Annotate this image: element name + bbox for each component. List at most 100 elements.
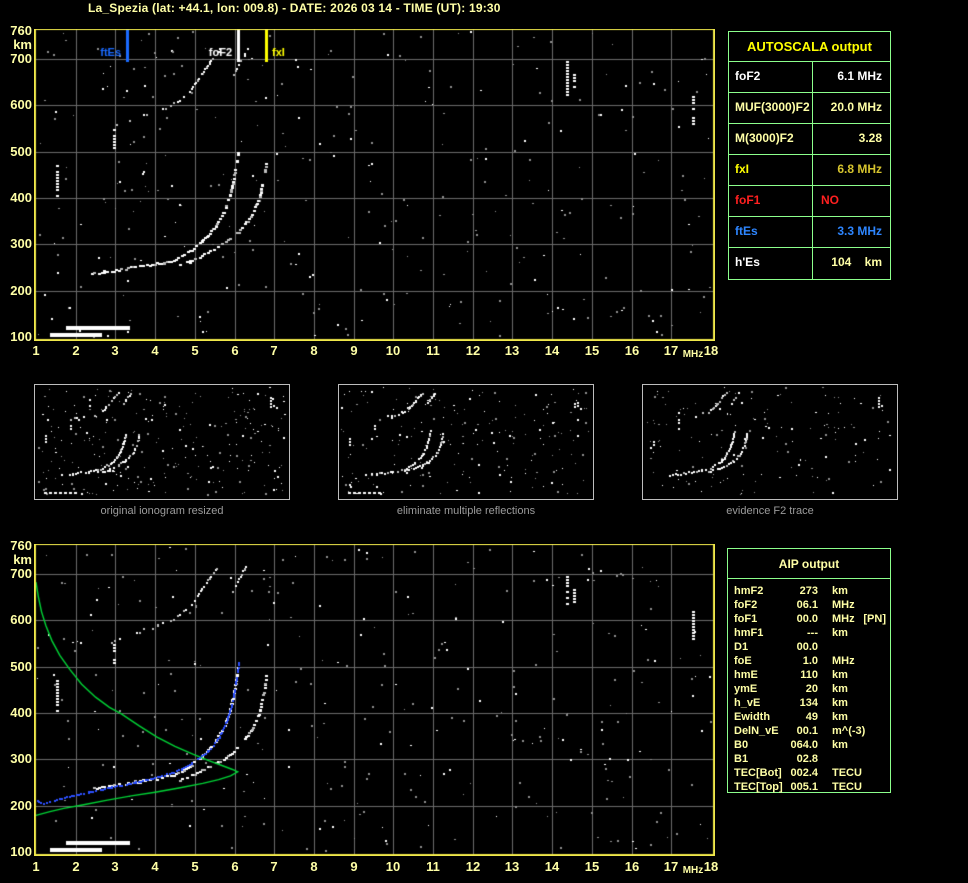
table-row-MUF3000F2: MUF(3000)F2 20.0 MHz (729, 93, 890, 124)
thumbnail-eliminate-reflections (338, 384, 594, 500)
MUF3000F2-label: MUF(3000)F2 (729, 93, 813, 123)
x-axis-tick-label: 6 (231, 343, 239, 358)
thumbnail-caption-original: original ionogram resized (100, 505, 224, 517)
aip-unit: km (832, 739, 848, 751)
foF1-label: foF1 (729, 186, 813, 216)
aip-extra (886, 780, 890, 794)
y-axis-tick-label: 600 (10, 612, 32, 627)
aip-value: 110 (800, 669, 818, 681)
aip-extra (886, 738, 890, 752)
aip-table-header: AIP output (728, 549, 890, 579)
aip-extra (886, 598, 890, 612)
aip-extra (886, 682, 890, 696)
x-axis-tick-label: 16 (624, 343, 640, 358)
x-axis-tick-label: 2 (72, 859, 80, 874)
x-axis-tick-label: 8 (310, 343, 318, 358)
table-row-M3000F2: M(3000)F2 3.28 (729, 124, 890, 155)
aip-unit: km (832, 697, 848, 709)
aip-value: 06.1 (796, 599, 818, 611)
aip-value: 002.4 (790, 767, 818, 779)
aip-value: 00.0 (796, 613, 818, 625)
x-axis-unit-label: MHz (682, 865, 704, 876)
aip-unit: km (832, 585, 848, 597)
x-axis-tick-label: 13 (504, 343, 520, 358)
x-axis-tick-label: 3 (111, 859, 119, 874)
x-axis-unit-label: MHz (682, 349, 704, 360)
aip-value: 00.1 (796, 725, 818, 737)
x-axis-tick-label: 8 (310, 859, 318, 874)
aip-row-B1: B1 02.8 (728, 752, 890, 766)
aip-label: D1 (734, 641, 749, 653)
x-axis-tick-label: 16 (624, 859, 640, 874)
aip-value: --- (807, 627, 818, 639)
x-axis-tick-label: 2 (72, 343, 80, 358)
aip-label: hmF1 (734, 627, 764, 639)
aip-label: hmF2 (734, 585, 764, 597)
aip-value: 064.0 (790, 739, 818, 751)
aip-row-TECBot: TEC[Bot] 002.4 TECU (728, 766, 890, 780)
x-axis-tick-label: 10 (385, 859, 401, 874)
aip-row-foF2: foF2 06.1 MHz (728, 598, 890, 612)
aip-row-Ewidth: Ewidth 49 km (728, 710, 890, 724)
x-axis-tick-label: 5 (191, 859, 199, 874)
aip-unit: TECU (832, 781, 862, 793)
MUF3000F2-value: 20.0 MHz (830, 100, 882, 114)
aip-extra (886, 696, 890, 710)
x-axis-tick-label: 13 (504, 859, 520, 874)
aip-value: 1.0 (802, 655, 818, 667)
y-axis-tick-label: 100 (10, 844, 32, 859)
table-row-hEs: h'Es 104 km (729, 248, 890, 279)
aip-row-hmE: hmE 110 km (728, 668, 890, 682)
aip-extra (886, 752, 890, 766)
aip-label: DelN_vE (734, 725, 779, 737)
thumbnail-caption-eliminate: eliminate multiple reflections (396, 505, 536, 517)
ionogram-plot-top (34, 29, 715, 341)
y-axis-tick-label: 400 (10, 705, 32, 720)
aip-unit: MHz (832, 613, 855, 625)
aip-label: h_vE (734, 697, 761, 709)
x-axis-tick-label: 3 (111, 343, 119, 358)
x-axis-tick-label: 4 (151, 859, 159, 874)
aip-value: 273 (799, 585, 818, 597)
x-axis-tick-label: 15 (584, 343, 600, 358)
thumbnail-canvas-evidence (643, 385, 897, 499)
x-axis-tick-label: 12 (465, 859, 481, 874)
aip-label: hmE (734, 669, 758, 681)
M3000F2-label: M(3000)F2 (729, 124, 813, 154)
aip-value: 20 (805, 683, 818, 695)
thumbnail-original-ionogram (34, 384, 290, 500)
x-axis-tick-label: 9 (350, 343, 358, 358)
aip-extra (886, 640, 890, 654)
y-axis-tick-label: 700 (10, 566, 32, 581)
aip-unit (818, 640, 832, 654)
autoscala-app-window: La_Spezia (lat: +44.1, lon: 009.8) - DAT… (0, 0, 968, 883)
x-axis-tick-label: 14 (544, 343, 560, 358)
aip-label: foF2 (734, 599, 758, 611)
aip-value: 02.8 (796, 753, 818, 765)
ionogram-plot-bottom (34, 544, 715, 856)
aip-value: 134 (799, 697, 818, 709)
table-row-ftEs: ftEs 3.3 MHz (729, 217, 890, 248)
aip-row-hmF2: hmF2 273 km (728, 584, 890, 598)
aip-extra (886, 766, 890, 780)
aip-value: 005.1 (790, 781, 818, 793)
y-axis-tick-label: 200 (10, 798, 32, 813)
M3000F2-value: 3.28 (858, 131, 882, 145)
x-axis-tick-label: 7 (270, 859, 278, 874)
x-axis-tick-label: 4 (151, 343, 159, 358)
y-axis-tick-label: 100 (10, 329, 32, 344)
fxI-label: fxI (729, 155, 813, 185)
aip-row-DelN_vE: DelN_vE 00.1 m^(-3) (728, 724, 890, 738)
aip-label: TEC[Top] (734, 781, 783, 793)
autoscala-table-header: AUTOSCALA output (729, 32, 890, 62)
aip-row-h_vE: h_vE 134 km (728, 696, 890, 710)
aip-label: Ewidth (734, 711, 771, 723)
aip-unit: MHz (832, 655, 855, 667)
thumbnail-canvas-original (35, 385, 289, 499)
aip-output-table: AIP output hmF2 273 km foF2 06.1 MHz foF1 00.… (727, 548, 891, 793)
autoscala-output-table: AUTOSCALA output foF2 6.1 MHz MUF(3000)F… (728, 31, 891, 280)
y-axis-tick-label: 760 (10, 23, 32, 38)
foF2-label: foF2 (729, 62, 813, 92)
y-axis-tick-label: 200 (10, 283, 32, 298)
y-axis-tick-label: 400 (10, 190, 32, 205)
